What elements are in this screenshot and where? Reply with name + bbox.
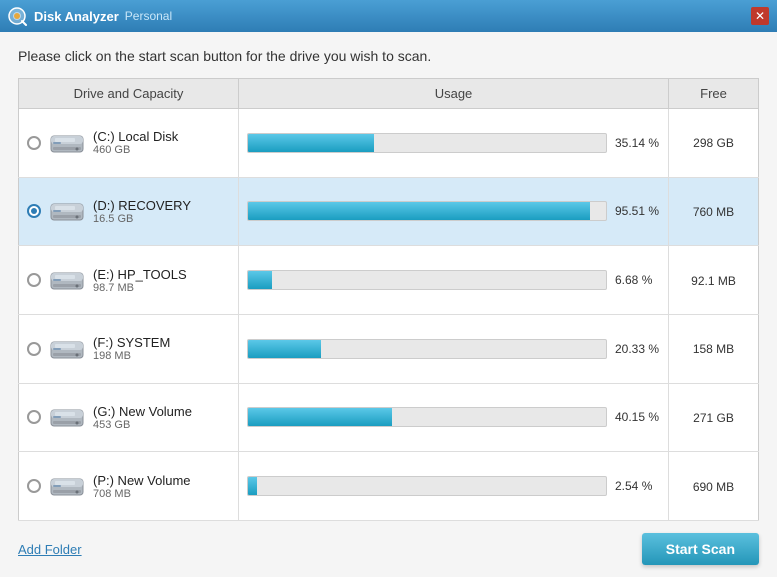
instruction-text: Please click on the start scan button fo… [18,48,759,64]
drive-name-c: (C:) Local Disk [93,129,178,144]
free-cell-f: 158 MB [669,314,759,383]
table-header: Drive and Capacity Usage Free [19,79,759,109]
drive-name-f: (F:) SYSTEM [93,335,170,350]
title-bar: Disk Analyzer Personal ✕ [0,0,777,32]
start-scan-button[interactable]: Start Scan [642,533,759,565]
usage-label-g: 40.15 % [615,410,660,424]
progress-bar-fill-d [248,202,590,220]
usage-cell-p: 2.54 % [239,452,669,521]
drive-icon-p [49,471,85,501]
progress-bar-container-c [247,133,607,153]
drive-cell-c: (C:) Local Disk460 GB [19,109,239,178]
progress-bar-fill-p [248,477,257,495]
usage-label-p: 2.54 % [615,479,660,493]
progress-bar-container-g [247,407,607,427]
radio-d[interactable] [27,204,41,218]
drive-size-d: 16.5 GB [93,213,191,225]
table-row[interactable]: (F:) SYSTEM198 MB 20.33 % 158 MB [19,314,759,383]
usage-label-f: 20.33 % [615,342,660,356]
free-cell-d: 760 MB [669,177,759,246]
usage-label-c: 35.14 % [615,136,660,150]
drive-cell-f: (F:) SYSTEM198 MB [19,314,239,383]
drive-name-g: (G:) New Volume [93,404,192,419]
free-cell-g: 271 GB [669,383,759,452]
col-usage: Usage [239,79,669,109]
drive-name-p: (P:) New Volume [93,473,191,488]
table-row[interactable]: (E:) HP_TOOLS98.7 MB 6.68 % 92.1 MB [19,246,759,315]
drive-cell-g: (G:) New Volume453 GB [19,383,239,452]
add-folder-button[interactable]: Add Folder [18,542,82,557]
drive-size-p: 708 MB [93,488,191,500]
drive-cell-d: (D:) RECOVERY16.5 GB [19,177,239,246]
app-title: Disk Analyzer [34,9,119,24]
table-row[interactable]: (P:) New Volume708 MB 2.54 % 690 MB [19,452,759,521]
table-row[interactable]: (G:) New Volume453 GB 40.15 % 271 GB [19,383,759,452]
progress-bar-container-p [247,476,607,496]
usage-label-e: 6.68 % [615,273,660,287]
title-bar-left: Disk Analyzer Personal [8,6,172,26]
drive-size-c: 460 GB [93,144,178,156]
drive-cell-p: (P:) New Volume708 MB [19,452,239,521]
free-text-g: 271 GB [693,411,734,425]
drive-cell-e: (E:) HP_TOOLS98.7 MB [19,246,239,315]
free-text-e: 92.1 MB [691,274,736,288]
drive-icon-g [49,402,85,432]
drive-icon-c [49,128,85,158]
drive-name-e: (E:) HP_TOOLS [93,267,187,282]
free-text-f: 158 MB [693,342,734,356]
progress-bar-container-e [247,270,607,290]
free-text-d: 760 MB [693,205,734,219]
drive-size-g: 453 GB [93,419,192,431]
free-cell-c: 298 GB [669,109,759,178]
app-subtitle: Personal [125,9,172,23]
drive-size-f: 198 MB [93,350,170,362]
main-content: Please click on the start scan button fo… [0,32,777,577]
free-text-p: 690 MB [693,480,734,494]
usage-cell-g: 40.15 % [239,383,669,452]
free-cell-e: 92.1 MB [669,246,759,315]
table-row[interactable]: (D:) RECOVERY16.5 GB 95.51 % 760 MB [19,177,759,246]
progress-bar-fill-g [248,408,392,426]
footer: Add Folder Start Scan [18,533,759,565]
close-button[interactable]: ✕ [751,7,769,25]
progress-bar-container-f [247,339,607,359]
drive-size-e: 98.7 MB [93,282,187,294]
drive-icon-e [49,265,85,295]
usage-cell-e: 6.68 % [239,246,669,315]
table-row[interactable]: (C:) Local Disk460 GB 35.14 % 298 GB [19,109,759,178]
free-cell-p: 690 MB [669,452,759,521]
drive-icon-d [49,196,85,226]
radio-c[interactable] [27,136,41,150]
progress-bar-fill-c [248,134,374,152]
radio-p[interactable] [27,479,41,493]
usage-label-d: 95.51 % [615,204,660,218]
progress-bar-container-d [247,201,607,221]
radio-e[interactable] [27,273,41,287]
usage-cell-f: 20.33 % [239,314,669,383]
usage-cell-c: 35.14 % [239,109,669,178]
progress-bar-fill-f [248,340,321,358]
app-icon [8,6,28,26]
drive-table: Drive and Capacity Usage Free (C:) Local… [18,78,759,521]
drive-name-d: (D:) RECOVERY [93,198,191,213]
free-text-c: 298 GB [693,136,734,150]
drive-icon-f [49,334,85,364]
radio-f[interactable] [27,342,41,356]
col-free: Free [669,79,759,109]
usage-cell-d: 95.51 % [239,177,669,246]
col-drive: Drive and Capacity [19,79,239,109]
progress-bar-fill-e [248,271,272,289]
radio-g[interactable] [27,410,41,424]
